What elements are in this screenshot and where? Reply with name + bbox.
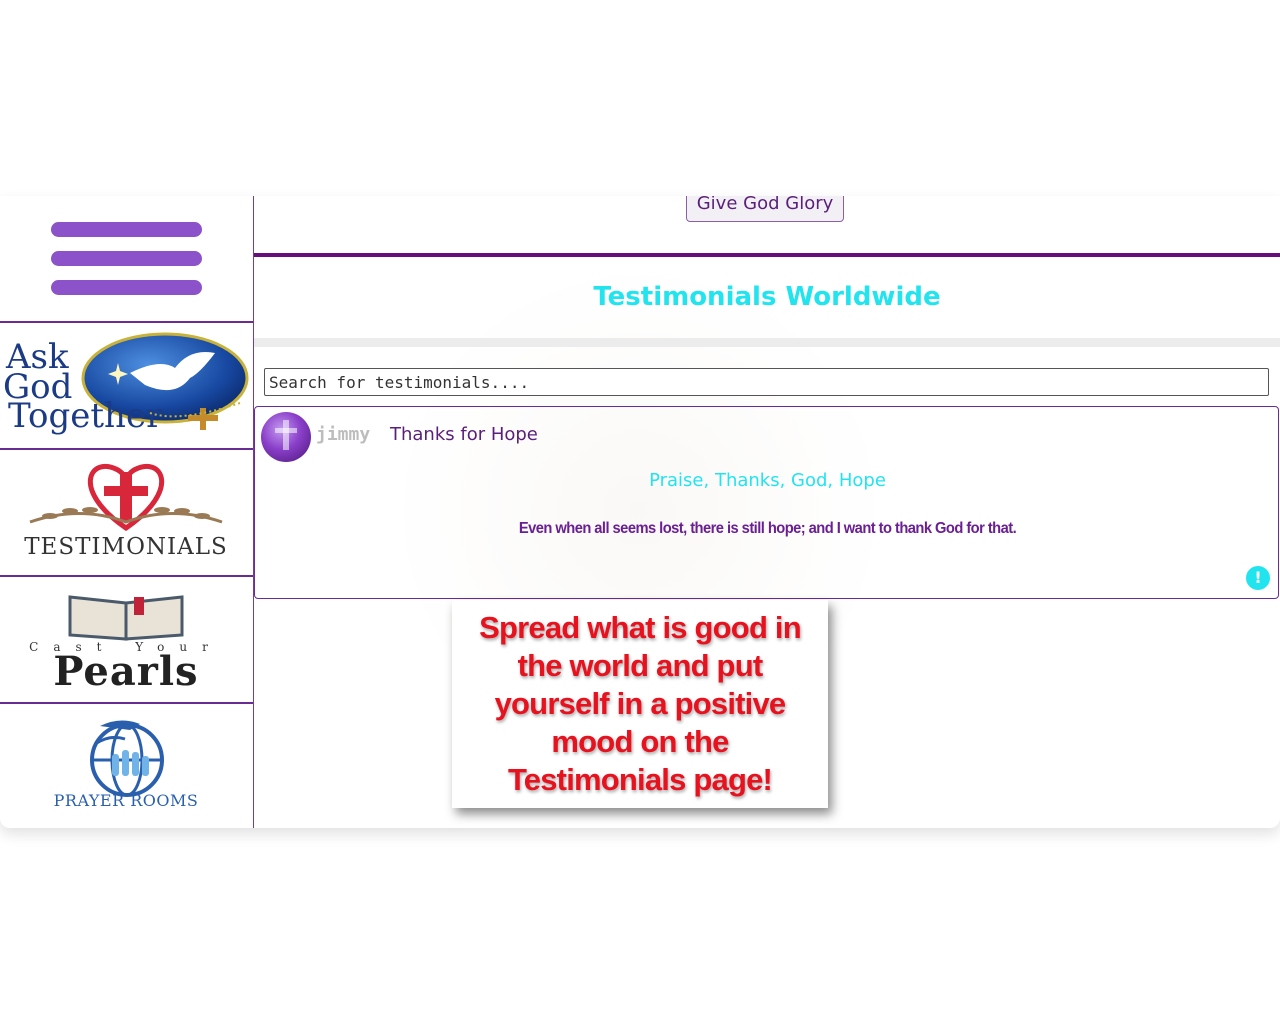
- menu-bar: [51, 251, 202, 266]
- cast-your-pearls-logo: Cast Your Pearls: [29, 595, 208, 695]
- hamburger-menu-button[interactable]: [0, 196, 253, 323]
- testimonial-username[interactable]: jimmy: [316, 424, 370, 445]
- sidebar-item-cast-your-pearls[interactable]: Cast Your Pearls: [0, 577, 253, 704]
- svg-text:Together: Together: [8, 396, 163, 436]
- sidebar-item-prayer-rooms[interactable]: PRAYER ROOMS: [0, 704, 253, 828]
- search-input[interactable]: [264, 368, 1269, 396]
- testimonials-logo: TESTIMONIALS: [24, 463, 228, 560]
- svg-text:TESTIMONIALS: TESTIMONIALS: [24, 534, 228, 560]
- sidebar-item-testimonials[interactable]: TESTIMONIALS: [0, 450, 253, 577]
- sidebar-item-ask-god-together[interactable]: Ask God Together: [0, 323, 253, 450]
- menu-bar: [51, 280, 202, 295]
- page-title: Testimonials Worldwide: [593, 282, 941, 312]
- testimonial-card[interactable]: jimmy Thanks for Hope Praise, Thanks, Go…: [254, 406, 1279, 599]
- svg-text:Pearls: Pearls: [53, 648, 198, 695]
- svg-text:PRAYER ROOMS: PRAYER ROOMS: [54, 791, 199, 810]
- ask-god-together-logo: Ask God Together: [3, 332, 249, 436]
- testimonial-body: Even when all seems lost, there is still…: [518, 520, 1017, 537]
- testimonial-tags: Praise, Thanks, God, Hope: [649, 470, 886, 491]
- give-god-glory-button[interactable]: Give God Glory: [686, 196, 844, 222]
- prayer-rooms-logo: PRAYER ROOMS: [54, 720, 199, 810]
- avatar[interactable]: [261, 412, 311, 462]
- menu-bar: [51, 222, 202, 237]
- divider: [254, 253, 1280, 257]
- sidebar: Ask God Together TESTIMONIALS Cast Your …: [0, 196, 254, 828]
- divider: [254, 338, 1280, 347]
- testimonial-title[interactable]: Thanks for Hope: [390, 424, 538, 445]
- promo-text: Spread what is good in the world and put…: [479, 610, 802, 797]
- promo-banner: Spread what is good in the world and put…: [452, 600, 828, 808]
- report-icon[interactable]: !: [1246, 566, 1270, 590]
